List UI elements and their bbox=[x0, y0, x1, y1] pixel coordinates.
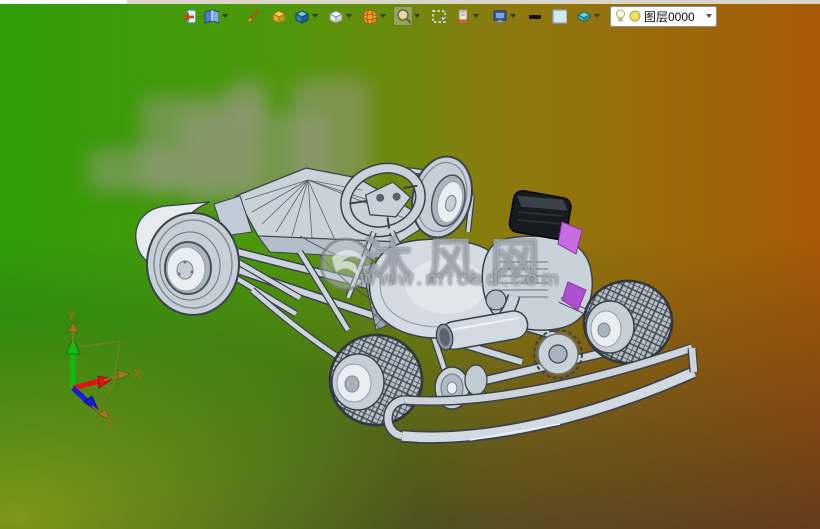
chevron-down-icon[interactable] bbox=[414, 14, 420, 18]
color-swatch-icon bbox=[551, 7, 567, 25]
axis-triad: Y X Z bbox=[66, 308, 142, 431]
display-button[interactable] bbox=[489, 6, 509, 26]
bulb-icon bbox=[615, 9, 626, 23]
display-icon bbox=[491, 7, 507, 25]
chevron-down-icon[interactable] bbox=[706, 14, 712, 18]
export-button[interactable] bbox=[178, 6, 198, 26]
axis-label-y: Y bbox=[67, 308, 76, 323]
layer-color-icon bbox=[629, 10, 641, 22]
orange-sphere-button[interactable] bbox=[359, 6, 379, 26]
axis-label-x: X bbox=[133, 366, 142, 381]
wireframe-cube-button[interactable] bbox=[325, 6, 345, 26]
viewport-canvas[interactable]: Y X Z bbox=[0, 0, 820, 529]
rear-left-wheel bbox=[330, 335, 422, 425]
ruler-board-button[interactable] bbox=[452, 6, 472, 26]
selection-box-icon bbox=[430, 7, 446, 25]
chevron-down-icon[interactable] bbox=[380, 14, 386, 18]
zoom-icon bbox=[395, 7, 411, 25]
color-swatch-button[interactable] bbox=[549, 6, 569, 26]
layer-selector[interactable]: 图层0000 bbox=[610, 6, 717, 27]
book-button[interactable] bbox=[201, 6, 221, 26]
brush-button[interactable] bbox=[243, 6, 263, 26]
eraser-icon bbox=[575, 7, 591, 25]
brush-icon bbox=[245, 7, 261, 25]
zoom-button[interactable] bbox=[393, 6, 413, 26]
selection-box-button[interactable] bbox=[428, 6, 448, 26]
chevron-down-icon[interactable] bbox=[312, 14, 318, 18]
orange-sphere-icon bbox=[361, 7, 377, 25]
rear-right-wheel bbox=[584, 281, 672, 363]
line-width-button[interactable] bbox=[524, 6, 544, 26]
axis-label-z: Z bbox=[106, 416, 114, 431]
engine bbox=[482, 189, 600, 330]
go-kart-model[interactable] bbox=[136, 150, 694, 440]
eraser-button[interactable] bbox=[573, 6, 593, 26]
wireframe-cube-icon bbox=[327, 7, 343, 25]
line-width-icon bbox=[526, 7, 542, 25]
chevron-down-icon[interactable] bbox=[346, 14, 352, 18]
toolbar: 图层0000 bbox=[178, 5, 717, 27]
blue-cube-icon bbox=[293, 7, 309, 25]
yellow-box-icon bbox=[270, 7, 286, 25]
book-icon bbox=[203, 7, 219, 25]
layer-name: 图层0000 bbox=[644, 8, 703, 25]
export-icon bbox=[180, 7, 196, 25]
axis-wire-box bbox=[73, 341, 120, 410]
chevron-down-icon[interactable] bbox=[510, 14, 516, 18]
ruler-board-icon bbox=[454, 7, 470, 25]
blue-cube-button[interactable] bbox=[291, 6, 311, 26]
cad-window: Y X Z 沐风网 www.mfcad.com bbox=[0, 0, 820, 529]
yellow-box-button[interactable] bbox=[268, 6, 288, 26]
front-left-wheel bbox=[147, 213, 239, 315]
chevron-down-icon[interactable] bbox=[222, 14, 228, 18]
chevron-down-icon[interactable] bbox=[594, 14, 600, 18]
chevron-down-icon[interactable] bbox=[473, 14, 479, 18]
